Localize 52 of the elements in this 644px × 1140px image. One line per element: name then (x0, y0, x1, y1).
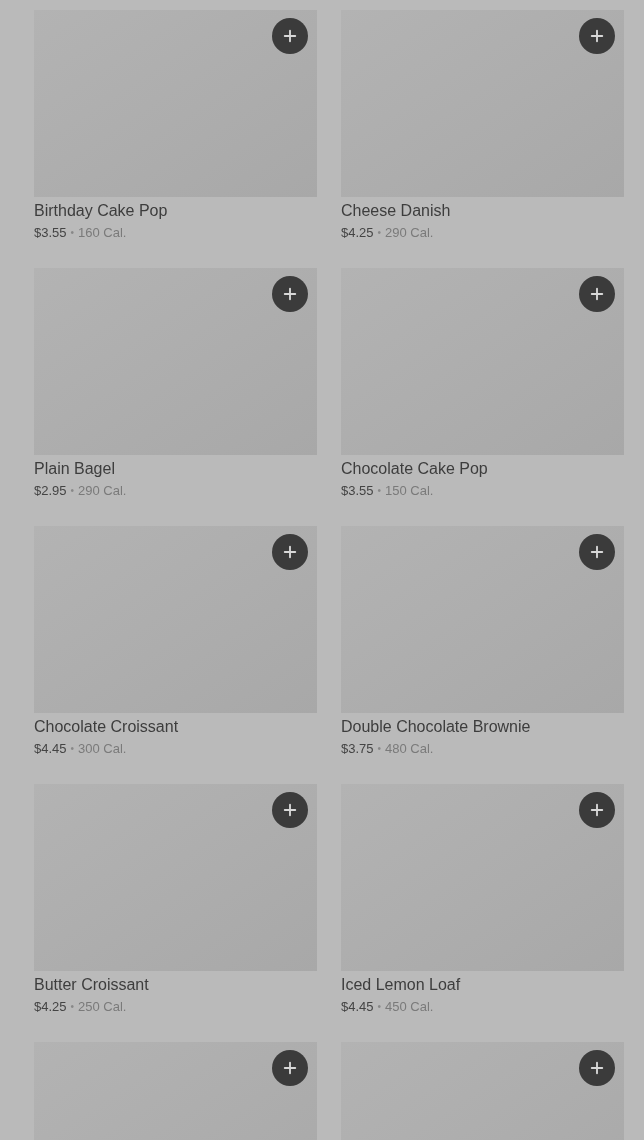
calories: 290 Cal. (385, 224, 434, 242)
plus-icon (281, 27, 299, 45)
product-name: Chocolate Cake Pop (341, 459, 489, 479)
add-button[interactable] (272, 534, 308, 570)
price: $4.45 (34, 740, 67, 758)
plus-icon (281, 543, 299, 561)
plus-icon (281, 1059, 299, 1077)
calories: 290 Cal. (78, 482, 127, 500)
product-name: Cheese Danish (341, 201, 452, 221)
calories: 160 Cal. (78, 224, 127, 242)
separator: • (70, 226, 75, 240)
separator: • (377, 484, 382, 498)
price: $4.45 (341, 998, 374, 1016)
calories: 450 Cal. (385, 998, 434, 1016)
add-button[interactable] (272, 1050, 308, 1086)
plus-icon (588, 1059, 606, 1077)
plus-icon (281, 285, 299, 303)
product-name: Iced Lemon Loaf (341, 975, 462, 995)
plus-icon (588, 285, 606, 303)
plus-icon (281, 801, 299, 819)
calories: 150 Cal. (385, 482, 434, 500)
separator: • (377, 1000, 382, 1014)
separator: • (377, 742, 382, 756)
calories: 480 Cal. (385, 740, 434, 758)
add-button[interactable] (272, 792, 308, 828)
price: $4.25 (34, 998, 67, 1016)
calories: 300 Cal. (78, 740, 127, 758)
price: $2.95 (34, 482, 67, 500)
product-name: Double Chocolate Brownie (341, 717, 532, 737)
product-name: Butter Croissant (34, 975, 150, 995)
price: $3.55 (34, 224, 67, 242)
calories: 250 Cal. (78, 998, 127, 1016)
product-name: Plain Bagel (34, 459, 116, 479)
plus-icon (588, 801, 606, 819)
separator: • (70, 484, 75, 498)
price: $3.75 (341, 740, 374, 758)
add-button[interactable] (579, 1050, 615, 1086)
product-name: Birthday Cake Pop (34, 201, 169, 221)
product-name: Chocolate Croissant (34, 717, 180, 737)
plus-icon (588, 543, 606, 561)
add-button[interactable] (579, 534, 615, 570)
add-button[interactable] (579, 276, 615, 312)
separator: • (377, 226, 382, 240)
price: $4.25 (341, 224, 374, 242)
separator: • (70, 1000, 75, 1014)
add-button[interactable] (579, 18, 615, 54)
price: $3.55 (341, 482, 374, 500)
plus-icon (588, 27, 606, 45)
add-button[interactable] (272, 18, 308, 54)
add-button[interactable] (579, 792, 615, 828)
add-button[interactable] (272, 276, 308, 312)
separator: • (70, 742, 75, 756)
